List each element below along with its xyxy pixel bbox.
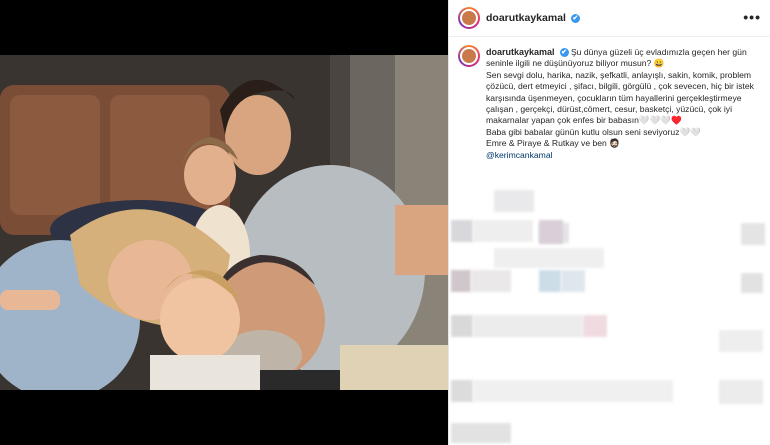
- caption-avatar-icon[interactable]: [458, 45, 480, 67]
- caption-text: doarutkaykamal ✔ Şu dünya güzeli üç evlad…: [486, 47, 768, 161]
- caption-line-2: Sen sevgi dolu, harika, nazik, şefkatli,…: [486, 69, 754, 126]
- caption-line-4: Emre & Piraye & Rutkay ve ben 🧔🏻: [486, 138, 620, 149]
- profile-avatar-icon[interactable]: [458, 7, 480, 29]
- blurred-comments-area: [449, 175, 770, 445]
- mention-link[interactable]: @kerimcankamal: [486, 150, 768, 161]
- caption-verified-badge-icon: ✔: [559, 48, 569, 57]
- caption-username[interactable]: doarutkaykamal: [486, 47, 555, 57]
- verified-badge-icon: ✔: [570, 14, 580, 23]
- post-header: doarutkaykamal ✔ •••: [449, 0, 770, 37]
- more-options-icon[interactable]: •••: [743, 9, 761, 25]
- header-username-link[interactable]: doarutkaykamal ✔: [486, 12, 580, 24]
- caption-line-3: Baba gibi babalar günün kutlu olsun seni…: [486, 126, 701, 137]
- family-selfie-image: [0, 55, 448, 390]
- media-pane: [0, 0, 448, 445]
- header-username[interactable]: doarutkaykamal: [486, 12, 566, 24]
- post-photo[interactable]: [0, 55, 448, 390]
- post-details-pane: doarutkaykamal ✔ ••• doarutkaykamal ✔ Şu …: [448, 0, 770, 445]
